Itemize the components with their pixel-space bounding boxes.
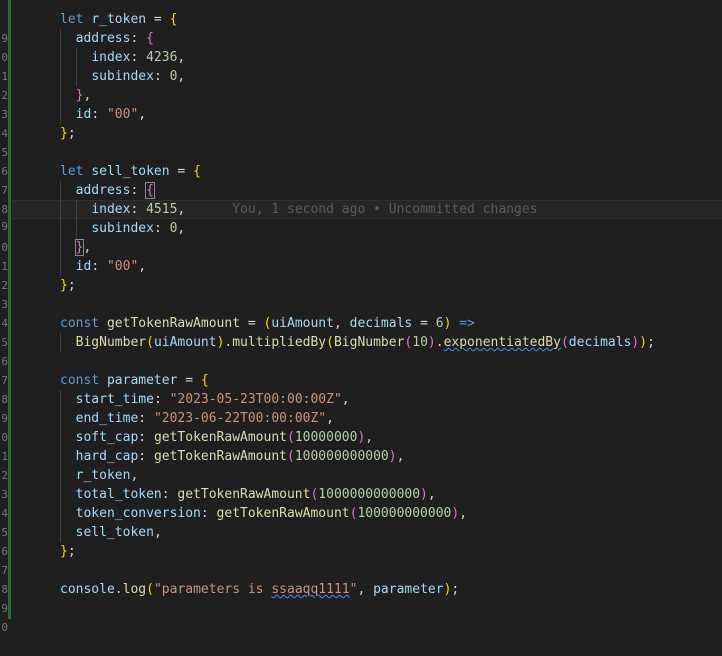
line-number: 1 [1,260,8,273]
code-line[interactable]: 1 soft_cap: getTokenRawAmount(10000000), [1,428,722,463]
code-line[interactable]: 9 let r_token = { [1,10,722,45]
line-number: 0 [1,51,8,64]
current-code-line[interactable]: 9 index: 4515, You, 1 second ago • Uncom… [1,200,722,233]
code-line[interactable]: 5 token_conversion: getTokenRawAmount(10… [1,504,722,539]
line-number: 9 [1,412,8,425]
git-blame-annotation: You, 1 second ago • Uncommitted changes [232,202,538,217]
line-number: 6 [1,355,8,368]
line-number: 2 [1,469,8,482]
code-line[interactable]: 0 address: { [1,29,722,64]
line-number: 2 [1,89,8,102]
code-line[interactable]: 6 BigNumber(uiAmount).multipliedBy(BigNu… [1,333,722,368]
code-line[interactable]: 4 id: "00", [1,105,722,140]
line-number: 0 [1,431,8,444]
line-number: 8 [1,583,8,596]
code-line[interactable]: 6 [1,143,722,178]
line-number: 9 [1,602,8,615]
code-line[interactable]: 1 }, [1,238,722,273]
code-line[interactable]: 3 r_token, [1,466,722,501]
code-line[interactable]: 4 total_token: getTokenRawAmount(1000000… [1,485,722,520]
code-line[interactable]: 5 const getTokenRawAmount = (uiAmount, d… [1,314,722,349]
line-number: 5 [1,336,8,349]
line-number: 4 [1,507,8,520]
code-line[interactable]: 7 [1,352,722,387]
code-line[interactable]: 1 index: 4236, [1,48,722,83]
line-number: 9 [1,32,8,45]
code-line[interactable]: 2 hard_cap: getTokenRawAmount(1000000000… [1,447,722,482]
code-line[interactable]: 3 }, [1,86,722,121]
line-number: 8 [1,203,8,216]
line-number: 0 [1,621,8,634]
line-number: 3 [1,488,8,501]
code-line[interactable]: 2 id: "00", [1,257,722,292]
line-number: 5 [1,146,8,159]
line-number: 6 [1,545,8,558]
code-line[interactable]: 7 let sell_token = { [1,162,722,197]
code-line[interactable]: 8 [1,561,722,596]
code-line[interactable]: 8 address: { [1,181,722,216]
lint-warning: exponentiatedBy [443,335,561,350]
git-change-indicator [8,0,11,619]
code-line[interactable]: 9 console.log("parameters is ssaaqq1111"… [1,580,722,615]
spelling-warning: ssaaqq1111 [271,582,350,597]
code-line[interactable]: 4 [1,295,722,330]
keyword: let [60,12,84,27]
line-number: 7 [1,184,8,197]
line-number: 9 [1,220,8,233]
code-line[interactable]: 6 sell_token, [1,523,722,558]
line-number: 1 [1,450,8,463]
line-number: 3 [1,108,8,121]
bracket-match: { [145,182,155,199]
line-number: 5 [1,526,8,539]
line-number: 7 [1,564,8,577]
line-number: 4 [1,127,8,140]
code-line[interactable]: 9 start_time: "2023-05-23T00:00:00Z", [1,390,722,425]
line-number: 0 [1,241,8,254]
line-number: 8 [1,393,8,406]
code-line[interactable]: 0 [1,599,722,634]
code-line[interactable]: 3 }; [1,276,722,311]
variable-name: r_token [91,12,147,27]
code-line[interactable]: 7 }; [1,542,722,577]
line-number: 3 [1,298,8,311]
line-number: 1 [1,70,8,83]
line-number: 4 [1,317,8,330]
code-line[interactable]: 0 end_time: "2023-06-22T00:00:00Z", [1,409,722,444]
line-number: 6 [1,165,8,178]
code-editor[interactable]: 9 let r_token = { 0 address: { 1 index: … [1,0,722,634]
line-number: 7 [1,374,8,387]
code-line[interactable]: 0 subindex: 0, [1,219,722,254]
code-line[interactable]: 2 subindex: 0, [1,67,722,102]
line-number: 2 [1,279,8,292]
code-line[interactable]: 5 }; [1,124,722,159]
code-line[interactable]: 8 const parameter = { [1,371,722,406]
